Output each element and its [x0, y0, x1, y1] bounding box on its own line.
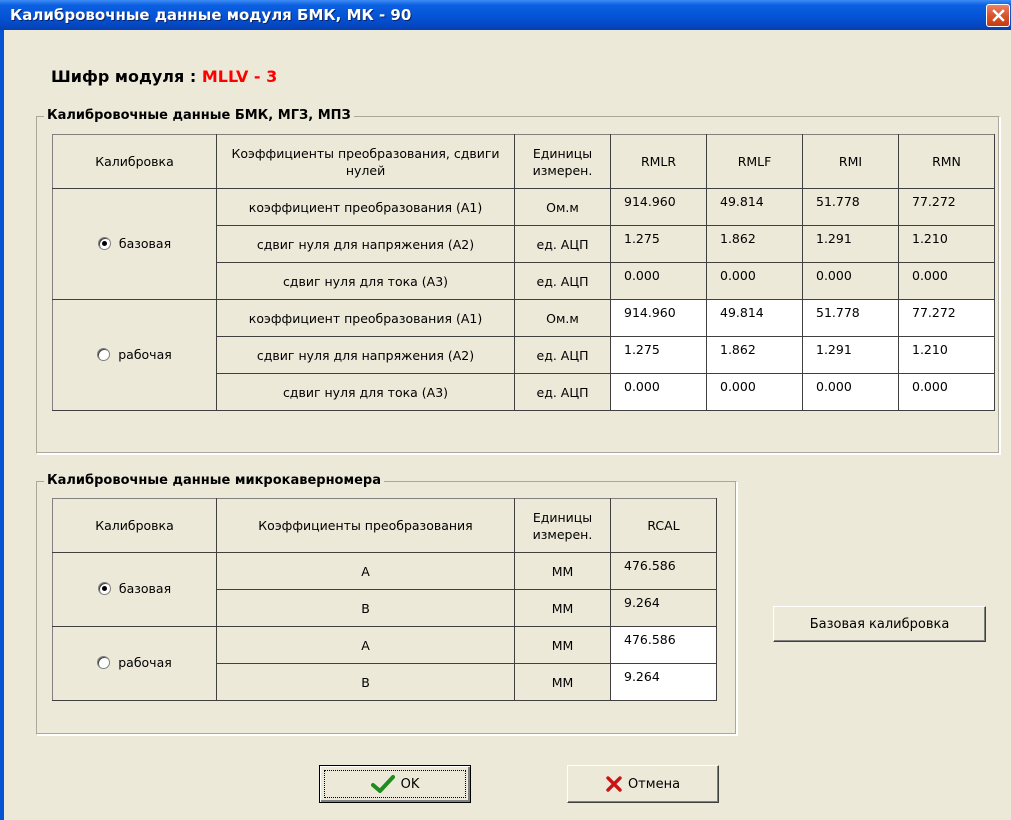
- mode-base-cell: базовая: [52, 188, 217, 300]
- mode-work-cell: рабочая: [52, 626, 217, 701]
- header-units: Единицы измерен.: [514, 134, 611, 189]
- value-input[interactable]: 0.000: [706, 373, 803, 411]
- module-cipher: Шифр модуля : MLLV - 3: [51, 67, 277, 86]
- row-unit: ММ: [514, 626, 611, 664]
- bmk-calibration-table: Калибровка Коэффициенты преобразования, …: [52, 134, 995, 411]
- caliper-calibration-table: Калибровка Коэффициенты преобразования Е…: [52, 498, 717, 701]
- value-input[interactable]: 51.778: [802, 299, 899, 337]
- module-cipher-label: Шифр модуля :: [51, 67, 197, 86]
- radio-caliper-base-indicator[interactable]: [97, 582, 111, 595]
- cancel-button-label: Отмена: [627, 776, 681, 792]
- row-label: коэффициент преобразования (A1): [216, 299, 515, 337]
- row-label: коэффициент преобразования (A1): [216, 188, 515, 226]
- row-unit: ед. АЦП: [514, 373, 611, 411]
- row-unit: ед. АЦП: [514, 336, 611, 374]
- focus-rect: [324, 770, 466, 798]
- value-input[interactable]: 9.264: [610, 663, 717, 701]
- value-input[interactable]: 1.210: [898, 336, 995, 374]
- base-calibration-button-label: Базовая калибровка: [809, 616, 950, 632]
- value-input[interactable]: 0.000: [898, 373, 995, 411]
- caliper-calibration-group-title: Калибровочные данные микрокаверномера: [44, 473, 385, 488]
- header-calibration: Калибровка: [52, 498, 217, 553]
- value-cell: 0.000: [802, 262, 899, 300]
- header-calibration: Калибровка: [52, 134, 217, 189]
- radio-caliper-work[interactable]: рабочая: [97, 655, 172, 670]
- row-label: сдвиг нуля для тока (A3): [216, 373, 515, 411]
- row-label: B: [216, 663, 515, 701]
- radio-caliper-base-label: базовая: [118, 581, 172, 596]
- radio-base-label: базовая: [118, 235, 172, 251]
- header-rmn: RMN: [898, 134, 995, 189]
- value-input[interactable]: 1.291: [802, 336, 899, 374]
- header-coefficients: Коэффициенты преобразования: [216, 498, 515, 553]
- row-unit: ММ: [514, 589, 611, 627]
- value-cell: 9.264: [610, 589, 717, 627]
- header-rmlr: RMLR: [610, 134, 707, 189]
- value-cell: 0.000: [610, 262, 707, 300]
- row-unit: Ом.м: [514, 188, 611, 226]
- value-cell: 1.862: [706, 225, 803, 263]
- row-label: сдвиг нуля для напряжения (A2): [216, 225, 515, 263]
- radio-caliper-work-indicator[interactable]: [97, 656, 111, 669]
- value-cell: 914.960: [610, 188, 707, 226]
- value-cell: 77.272: [898, 188, 995, 226]
- radio-caliper-base[interactable]: базовая: [97, 581, 172, 596]
- row-label: B: [216, 589, 515, 627]
- header-coefficients: Коэффициенты преобразования, сдвиги нуле…: [216, 134, 515, 189]
- value-cell: 1.210: [898, 225, 995, 263]
- value-cell: 51.778: [802, 188, 899, 226]
- ok-button[interactable]: OK: [319, 765, 471, 803]
- row-label: A: [216, 552, 515, 590]
- value-cell: 49.814: [706, 188, 803, 226]
- header-rcal: RCAL: [610, 498, 717, 553]
- radio-work-label: рабочая: [118, 346, 172, 362]
- row-unit: ед. АЦП: [514, 225, 611, 263]
- row-label: сдвиг нуля для тока (A3): [216, 262, 515, 300]
- value-cell: 0.000: [898, 262, 995, 300]
- value-input[interactable]: 914.960: [610, 299, 707, 337]
- radio-work[interactable]: рабочая: [97, 347, 172, 362]
- mode-work-cell: рабочая: [52, 299, 217, 411]
- window-title: Калибровочные данные модуля БМК, МК - 90: [10, 6, 412, 24]
- mode-base-cell: базовая: [52, 552, 217, 627]
- header-units: Единицы измерен.: [514, 498, 611, 553]
- value-input[interactable]: 0.000: [610, 373, 707, 411]
- title-bar[interactable]: Калибровочные данные модуля БМК, МК - 90: [0, 0, 1011, 30]
- row-unit: ММ: [514, 552, 611, 590]
- value-input[interactable]: 1.862: [706, 336, 803, 374]
- radio-work-indicator[interactable]: [97, 347, 111, 361]
- row-unit: ед. АЦП: [514, 262, 611, 300]
- close-icon: [992, 9, 1005, 22]
- row-label: сдвиг нуля для напряжения (A2): [216, 336, 515, 374]
- value-input[interactable]: 77.272: [898, 299, 995, 337]
- cross-icon: [606, 776, 622, 792]
- radio-base-indicator[interactable]: [97, 236, 111, 250]
- value-cell: 0.000: [706, 262, 803, 300]
- value-input[interactable]: 476.586: [610, 626, 717, 664]
- module-cipher-value: MLLV - 3: [201, 67, 278, 86]
- cancel-button[interactable]: Отмена: [567, 765, 719, 803]
- row-label: A: [216, 626, 515, 664]
- row-unit: ММ: [514, 663, 611, 701]
- header-rmi: RMI: [802, 134, 899, 189]
- radio-caliper-work-label: рабочая: [118, 655, 172, 670]
- dialog-window: Калибровочные данные модуля БМК, МК - 90…: [0, 0, 1011, 820]
- value-input[interactable]: 0.000: [802, 373, 899, 411]
- window-border: [0, 30, 4, 820]
- value-input[interactable]: 49.814: [706, 299, 803, 337]
- base-calibration-button[interactable]: Базовая калибровка: [773, 606, 986, 642]
- value-cell: 1.275: [610, 225, 707, 263]
- row-unit: Ом.м: [514, 299, 611, 337]
- bmk-calibration-group-title: Калибровочные данные БМК, МГЗ, МПЗ: [44, 108, 354, 123]
- radio-base[interactable]: базовая: [97, 235, 172, 251]
- close-button[interactable]: [986, 4, 1010, 27]
- value-input[interactable]: 1.275: [610, 336, 707, 374]
- value-cell: 476.586: [610, 552, 717, 590]
- value-cell: 1.291: [802, 225, 899, 263]
- header-rmlf: RMLF: [706, 134, 803, 189]
